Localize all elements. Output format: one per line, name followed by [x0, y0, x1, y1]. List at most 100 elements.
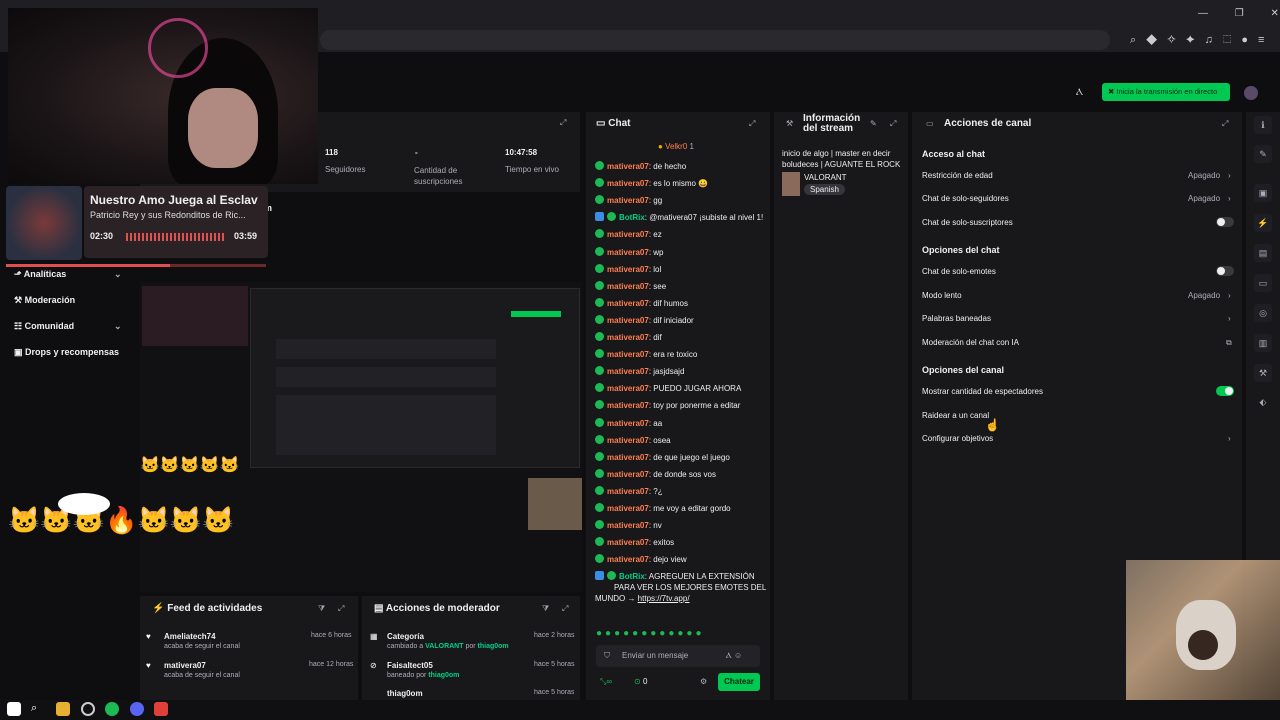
chat-username[interactable]: mativera07 — [607, 453, 649, 462]
spotify-icon[interactable] — [105, 702, 119, 716]
mod-action-title[interactable]: thiag0om — [387, 689, 423, 698]
windows-start-icon[interactable] — [7, 702, 21, 716]
channel-action-row[interactable]: Moderación del chat con IA — [922, 338, 1019, 347]
minimize-button[interactable]: — — [1198, 8, 1208, 19]
chat-username[interactable]: mativera07 — [607, 282, 649, 291]
list-icon[interactable]: ▤ — [1254, 244, 1272, 262]
expand-icon[interactable]: ⤢ — [890, 119, 896, 129]
info-icon[interactable]: ℹ — [1254, 116, 1272, 134]
chat-username[interactable]: mativera07 — [607, 555, 649, 564]
channel-action-row[interactable]: Modo lento — [922, 291, 962, 300]
extension-icon[interactable]: ⬖ — [1254, 393, 1272, 411]
chat-username[interactable]: mativera07 — [607, 299, 649, 308]
browser-extension-icons[interactable]: ⌕◆✧✦♫⬚●≡ — [1130, 34, 1274, 47]
chat-username[interactable]: mativera07 — [607, 521, 649, 530]
store-icon[interactable]: ▥ — [1254, 334, 1272, 352]
7tv-link[interactable]: https://7tv.app/ — [638, 594, 690, 603]
channel-points[interactable]: ⊙ 0 — [634, 677, 647, 686]
chat-icon[interactable]: ▭ — [1254, 274, 1272, 292]
chat-text: : es lo mismo 😀 — [648, 179, 709, 189]
sidebar-item-moderation[interactable]: ⚒ Moderación — [14, 295, 75, 306]
chat-username[interactable]: mativera07 — [607, 162, 649, 171]
chat-username[interactable]: mativera07 — [607, 316, 649, 325]
target-icon[interactable]: ◎ — [1254, 304, 1272, 322]
cat-sticker-row: 🐱🐱🐱🐱🐱 — [140, 457, 240, 474]
activity-user[interactable]: Ameliatech74 — [164, 632, 216, 641]
chat-username[interactable]: mativera07 — [607, 230, 649, 239]
badge-icon — [595, 366, 604, 376]
edit-icon[interactable]: ✎ — [870, 119, 877, 128]
channel-action-row[interactable]: Restricción de edad — [922, 171, 993, 180]
external-link-icon[interactable]: ⧉ — [1226, 338, 1232, 348]
emote-bar[interactable]: ●●●●●●●●●●●● — [596, 628, 704, 639]
toggle-switch[interactable] — [1216, 217, 1234, 227]
filter-icon[interactable]: ⧩ — [318, 604, 325, 614]
channel-action-row[interactable]: Chat de solo-emotes — [922, 267, 996, 276]
mod-action-title[interactable]: Faisaltect05 — [387, 661, 433, 670]
chat-text: : aa — [648, 418, 663, 428]
chat-username[interactable]: mativera07 — [607, 179, 649, 188]
chat-username[interactable]: mativera07 — [607, 333, 649, 342]
chat-username[interactable]: mativera07 — [607, 538, 649, 547]
search-icon[interactable]: ⌕ — [31, 702, 45, 716]
toggle-switch[interactable] — [1216, 266, 1234, 276]
chat-username[interactable]: mativera07 — [607, 196, 649, 205]
chat-message: mativera07: de donde sos vos — [595, 468, 716, 479]
sidebar-item-drops[interactable]: ▣ Drops y recompensas — [14, 347, 119, 358]
filter-icon[interactable]: ⧩ — [542, 604, 549, 614]
activity-feed-header: ⚡ Feed de actividades — [152, 603, 263, 614]
send-chat-button[interactable]: Chatear — [718, 673, 760, 691]
chat-username[interactable]: mativera07 — [607, 487, 649, 496]
chat-username[interactable]: mativera07 — [607, 436, 649, 445]
restore-button[interactable]: ❐ — [1235, 8, 1244, 19]
chat-username[interactable]: mativera07 — [607, 470, 649, 479]
live-time-label: Tiempo en vivo — [505, 165, 559, 174]
go-live-button[interactable]: ✖ Inicia la transmisión en directo — [1102, 83, 1230, 101]
expand-icon[interactable]: ⤢ — [562, 604, 568, 614]
chat-username[interactable]: mativera07 — [607, 367, 649, 376]
chat-username[interactable]: BotRix — [619, 213, 645, 222]
discord-icon[interactable] — [130, 702, 144, 716]
obs-icon[interactable] — [81, 702, 95, 716]
chat-username[interactable]: mativera07 — [607, 265, 649, 274]
panel-icon[interactable]: ▣ — [1254, 184, 1272, 202]
channel-action-row[interactable]: Palabras baneadas — [922, 314, 991, 323]
expand-icon[interactable]: ⤢ — [749, 119, 755, 129]
language-tag[interactable]: Spanish — [804, 184, 845, 195]
channel-action-row[interactable]: Mostrar cantidad de espectadores — [922, 387, 1043, 396]
channel-action-row[interactable]: Configurar objetivos — [922, 434, 993, 443]
activity-user[interactable]: mativera07 — [164, 661, 206, 670]
wrench-icon[interactable]: ⚒ — [1254, 364, 1272, 382]
mod-action-desc: baneado por thiag0om — [387, 672, 460, 679]
bolt-icon[interactable]: ⚡ — [1254, 214, 1272, 232]
sidebar-item-community[interactable]: ☷ Comunidad ⌄ — [14, 321, 122, 332]
category-name[interactable]: VALORANT — [804, 173, 847, 182]
address-bar[interactable] — [320, 30, 1110, 50]
elapsed-time: 02:30 — [90, 231, 114, 241]
chat-username[interactable]: mativera07 — [607, 419, 649, 428]
channel-action-row[interactable]: Raidear a un canal — [922, 411, 989, 420]
browser-icon[interactable] — [154, 702, 168, 716]
expand-icon[interactable]: ⤢ — [338, 604, 344, 614]
chat-username[interactable]: mativera07 — [607, 384, 649, 393]
chat-username[interactable]: mativera07 — [607, 248, 649, 257]
shield-icon: ⛉ — [604, 651, 610, 660]
close-window-button[interactable]: ✕ — [1271, 8, 1279, 19]
channel-action-row[interactable]: Chat de solo-suscriptores — [922, 218, 1013, 227]
chat-message: mativera07: lol — [595, 263, 661, 274]
toggle-switch[interactable] — [1216, 386, 1234, 396]
chat-username[interactable]: mativera07 — [607, 504, 649, 513]
translate-icon[interactable]: Ⲁ — [1076, 87, 1083, 98]
sidebar-item-analytics[interactable]: ⬏ Analíticas ⌄ — [14, 269, 122, 280]
expand-icon[interactable]: ⤢ — [560, 118, 566, 128]
avatar[interactable] — [1244, 86, 1258, 100]
file-explorer-icon[interactable] — [56, 702, 70, 716]
expand-icon[interactable]: ⤢ — [1222, 119, 1228, 129]
chat-username[interactable]: mativera07 — [607, 350, 649, 359]
settings-gear-icon[interactable]: ⚙ — [700, 677, 707, 686]
chat-username[interactable]: mativera07 — [607, 401, 649, 410]
channel-action-row[interactable]: Chat de solo-seguidores — [922, 194, 1009, 203]
emote-picker-icon[interactable]: Ⲁ ☺ — [726, 651, 742, 661]
pencil-icon[interactable]: ✎ — [1254, 145, 1272, 163]
storefront-icon: ▭ — [926, 119, 934, 128]
